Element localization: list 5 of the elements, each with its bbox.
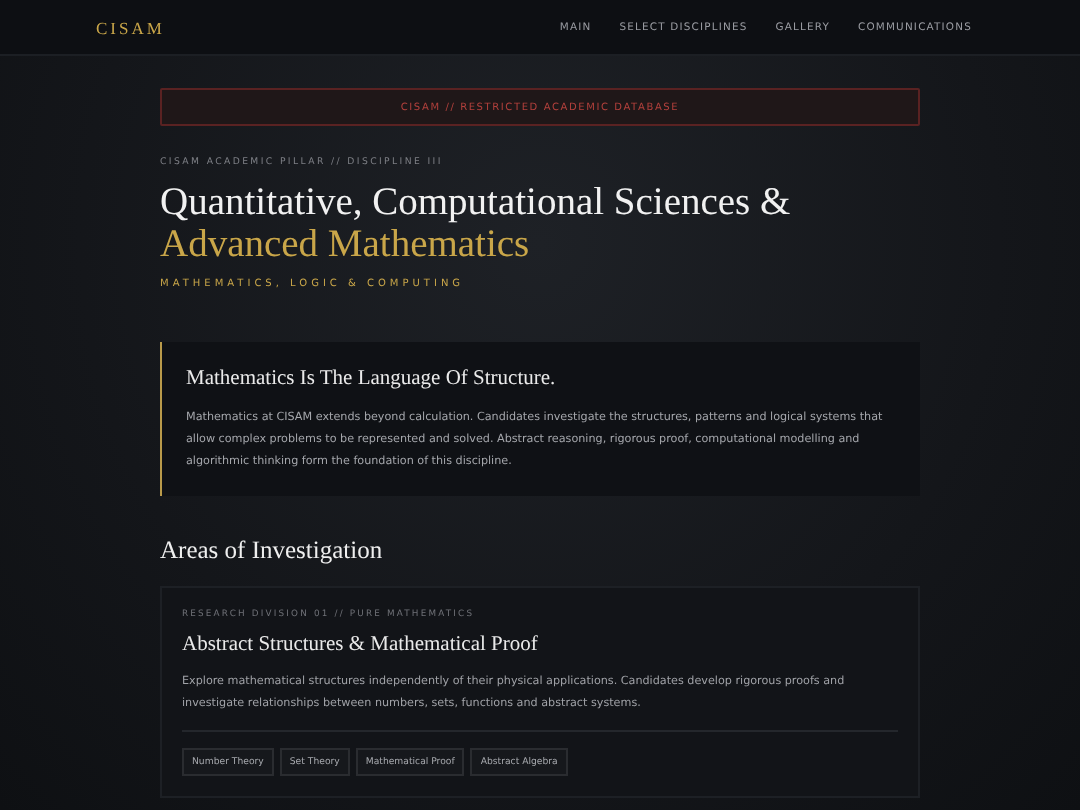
card-title: Abstract Structures & Mathematical Proof	[182, 634, 540, 657]
page-title: Quantitative, Computational Sciences & Advanced Mathematics	[160, 182, 793, 266]
intro-heading: Mathematics Is The Language Of Structure.	[186, 368, 558, 390]
logo[interactable]: CISAM	[96, 17, 165, 37]
section-heading: Areas of Investigation	[160, 536, 385, 567]
